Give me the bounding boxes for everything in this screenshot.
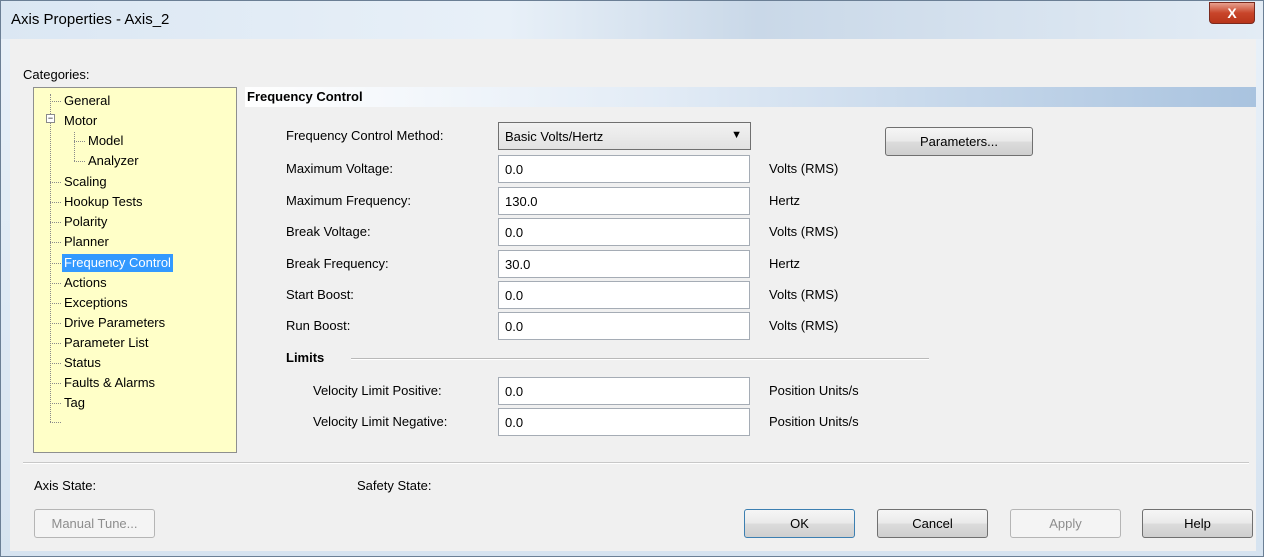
tree-line [50, 303, 61, 304]
break-frequency-field[interactable] [498, 250, 750, 278]
categories-label: Categories: [23, 67, 90, 82]
tree-line [50, 422, 61, 423]
run-boost-label: Run Boost: [286, 318, 351, 333]
footer-divider [23, 462, 1249, 464]
manual-tune-button[interactable]: Manual Tune... [34, 509, 155, 538]
apply-button[interactable]: Apply [1010, 509, 1121, 538]
tree-line [50, 363, 61, 364]
break-voltage-unit: Volts (RMS) [769, 224, 839, 239]
velocity-limit-positive-field[interactable] [498, 377, 750, 405]
break-frequency-unit: Hertz [769, 256, 801, 271]
category-drive-parameters[interactable]: Drive Parameters [62, 314, 167, 332]
safety-state-label: Safety State: [357, 478, 432, 493]
tree-line [50, 323, 61, 324]
cancel-button[interactable]: Cancel [877, 509, 988, 538]
category-model[interactable]: Model [86, 132, 125, 150]
start-boost-unit: Volts (RMS) [769, 287, 839, 302]
velocity-limit-positive-label: Velocity Limit Positive: [313, 383, 442, 398]
method-label: Frequency Control Method: [286, 128, 444, 143]
break-frequency-label: Break Frequency: [286, 256, 389, 271]
tree-line [50, 263, 61, 264]
velocity-limit-negative-field[interactable] [498, 408, 750, 436]
tree-line [50, 343, 61, 344]
tree-line [50, 94, 51, 422]
maximum-voltage-field[interactable] [498, 155, 750, 183]
break-voltage-label: Break Voltage: [286, 224, 371, 239]
close-button[interactable]: X [1209, 2, 1255, 24]
maximum-frequency-unit: Hertz [769, 193, 801, 208]
method-value: Basic Volts/Hertz [505, 129, 604, 144]
tree-line [74, 141, 85, 142]
category-status[interactable]: Status [62, 354, 103, 372]
maximum-frequency-field[interactable] [498, 187, 750, 215]
chevron-down-icon: ▼ [731, 129, 742, 141]
limits-divider [351, 358, 929, 360]
tree-line [74, 161, 85, 162]
start-boost-field[interactable] [498, 281, 750, 309]
tree-line [50, 403, 61, 404]
category-parameter-list[interactable]: Parameter List [62, 334, 151, 352]
limits-heading: Limits [286, 350, 325, 365]
category-scaling[interactable]: Scaling [62, 173, 109, 191]
run-boost-field[interactable] [498, 312, 750, 340]
run-boost-unit: Volts (RMS) [769, 318, 839, 333]
category-motor[interactable]: Motor [62, 112, 99, 130]
window-title: Axis Properties - Axis_2 [11, 11, 170, 28]
category-general[interactable]: General [62, 92, 112, 110]
tree-line [50, 222, 61, 223]
category-frequency-control[interactable]: Frequency Control [62, 254, 173, 272]
tree-line [50, 283, 61, 284]
tree-line [74, 132, 75, 161]
category-tag[interactable]: Tag [62, 394, 87, 412]
collapse-motor-icon[interactable]: − [46, 114, 55, 123]
tree-line [50, 242, 61, 243]
ok-button[interactable]: OK [744, 509, 855, 538]
axis-properties-dialog: Axis Properties - Axis_2 X Categories: −… [0, 0, 1264, 557]
category-polarity[interactable]: Polarity [62, 213, 109, 231]
maximum-frequency-label: Maximum Frequency: [286, 193, 411, 208]
maximum-voltage-unit: Volts (RMS) [769, 161, 839, 176]
start-boost-label: Start Boost: [286, 287, 354, 302]
help-button[interactable]: Help [1142, 509, 1253, 538]
category-actions[interactable]: Actions [62, 274, 109, 292]
close-icon: X [1227, 5, 1237, 21]
category-faults-alarms[interactable]: Faults & Alarms [62, 374, 157, 392]
category-planner[interactable]: Planner [62, 233, 111, 251]
tree-line [50, 383, 61, 384]
tree-line [50, 202, 61, 203]
title-bar[interactable]: Axis Properties - Axis_2 X [1, 1, 1263, 39]
tree-line [50, 101, 61, 102]
break-voltage-field[interactable] [498, 218, 750, 246]
velocity-limit-negative-label: Velocity Limit Negative: [313, 414, 448, 429]
category-hookup-tests[interactable]: Hookup Tests [62, 193, 145, 211]
frequency-control-method-select[interactable]: Basic Volts/Hertz ▼ [498, 122, 751, 150]
parameters-button[interactable]: Parameters... [885, 127, 1033, 156]
maximum-voltage-label: Maximum Voltage: [286, 161, 393, 176]
section-title: Frequency Control [245, 87, 1256, 107]
tree-line [50, 182, 61, 183]
category-exceptions[interactable]: Exceptions [62, 294, 130, 312]
categories-tree[interactable]: − General Motor Model Analyzer Scaling H… [33, 87, 237, 453]
axis-state-label: Axis State: [34, 478, 97, 493]
velocity-limit-positive-unit: Position Units/s [769, 383, 859, 398]
velocity-limit-negative-unit: Position Units/s [769, 414, 859, 429]
category-analyzer[interactable]: Analyzer [86, 152, 141, 170]
